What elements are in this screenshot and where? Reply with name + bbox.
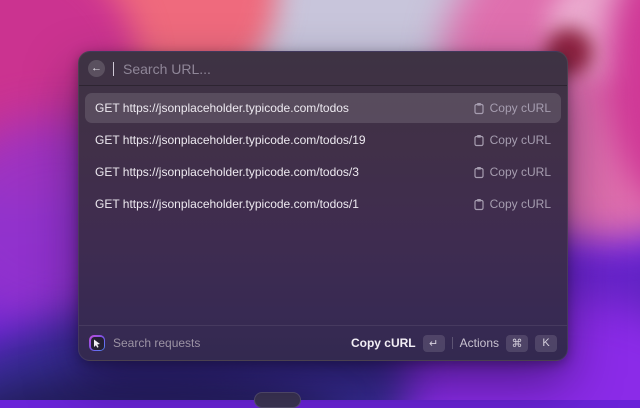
copy-curl-label: Copy cURL	[489, 101, 551, 115]
k-key-label: K	[542, 337, 550, 349]
footer-right: Copy cURL ↵ Actions ⌘ K	[351, 334, 557, 352]
app-logo-icon	[89, 335, 105, 351]
copy-curl-button[interactable]: Copy cURL	[473, 101, 551, 115]
clipboard-icon	[474, 134, 484, 146]
search-bar: ←	[79, 52, 567, 86]
enter-key-badge[interactable]: ↵	[422, 334, 445, 352]
request-list: GET https://jsonplaceholder.typicode.com…	[79, 86, 567, 325]
command-key-icon: ⌘	[511, 337, 523, 350]
copy-curl-label: Copy cURL	[489, 133, 551, 147]
request-row[interactable]: GET https://jsonplaceholder.typicode.com…	[85, 157, 561, 187]
k-key-badge[interactable]: K	[535, 334, 557, 352]
request-row[interactable]: GET https://jsonplaceholder.typicode.com…	[85, 125, 561, 155]
copy-curl-button[interactable]: Copy cURL	[473, 197, 551, 211]
clipboard-icon	[474, 198, 484, 210]
request-row[interactable]: GET https://jsonplaceholder.typicode.com…	[85, 189, 561, 219]
copy-curl-label: Copy cURL	[489, 165, 551, 179]
footer-left: Search requests	[89, 335, 200, 351]
enter-key-icon: ↵	[429, 337, 439, 350]
request-url: GET https://jsonplaceholder.typicode.com…	[95, 165, 359, 179]
request-row[interactable]: GET https://jsonplaceholder.typicode.com…	[85, 93, 561, 123]
command-key-badge[interactable]: ⌘	[506, 334, 528, 352]
cursor-arrow-icon	[94, 339, 100, 348]
text-caret	[113, 61, 114, 76]
copy-curl-button[interactable]: Copy cURL	[473, 133, 551, 147]
background-window-peek[interactable]	[254, 392, 301, 408]
request-url: GET https://jsonplaceholder.typicode.com…	[95, 197, 359, 211]
palette-footer: Search requests Copy cURL ↵ Actions ⌘ K	[79, 325, 567, 360]
back-arrow-icon: ←	[91, 62, 102, 74]
footer-divider	[451, 337, 453, 349]
back-button[interactable]: ←	[88, 60, 105, 77]
search-input[interactable]	[123, 60, 558, 77]
footer-copy-curl-button[interactable]: Copy cURL	[351, 336, 416, 350]
copy-curl-label: Copy cURL	[489, 197, 551, 211]
clipboard-icon	[474, 166, 484, 178]
footer-hint-label: Search requests	[113, 336, 201, 350]
copy-curl-button[interactable]: Copy cURL	[473, 165, 551, 179]
actions-button[interactable]: Actions	[460, 336, 499, 350]
clipboard-icon	[474, 102, 484, 114]
command-palette-window: ← GET https://jsonplaceholder.typicode.c…	[78, 51, 568, 361]
request-url: GET https://jsonplaceholder.typicode.com…	[95, 133, 366, 147]
request-url: GET https://jsonplaceholder.typicode.com…	[95, 101, 349, 115]
